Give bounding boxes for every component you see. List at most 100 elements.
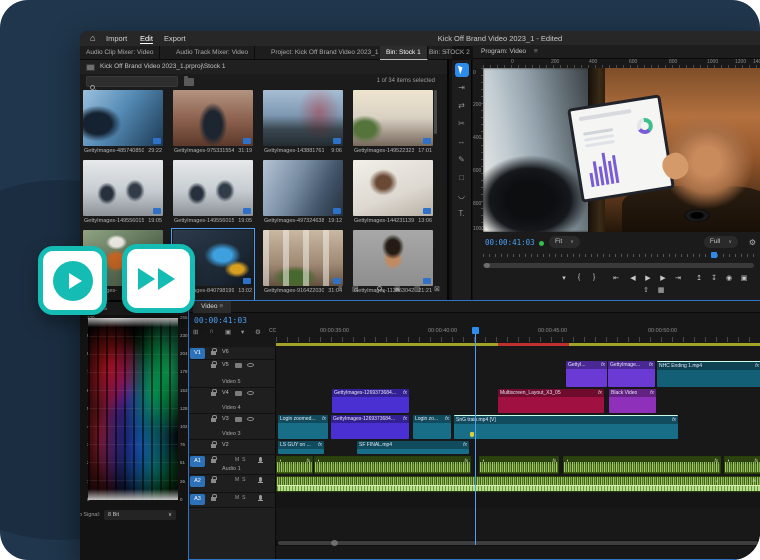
tab-bin-stock1[interactable]: Bin: Stock 1 xyxy=(380,46,428,60)
audio-clip[interactable]: ◖fx xyxy=(724,456,760,474)
timeline-clip[interactable]: GettyImages-1269373684...fx xyxy=(331,415,409,439)
tab-timeline-video[interactable]: Video ≡ xyxy=(193,301,231,313)
asset-thumbnail[interactable] xyxy=(83,160,163,216)
new-item-icon[interactable]: ▥ xyxy=(414,285,421,293)
track-header-v5[interactable]: V5 Video 5 xyxy=(189,360,276,388)
asset-item[interactable]: GettyImages-1495560155...19:05 xyxy=(173,160,253,230)
razor-tool[interactable]: ✂ xyxy=(455,117,469,131)
extract-button[interactable]: ↧ xyxy=(708,274,720,282)
lock-icon[interactable] xyxy=(211,351,216,355)
timeline-clip[interactable]: Login zoomed...fx xyxy=(278,415,328,439)
search-input[interactable] xyxy=(86,76,178,87)
source-patch-a3[interactable]: A3 xyxy=(190,494,205,505)
filmstrip-view-icon[interactable]: ▤ xyxy=(352,285,359,293)
track-name[interactable]: V6 xyxy=(222,349,229,355)
source-patch-a2[interactable]: A2 xyxy=(190,476,205,487)
timeline-clip[interactable]: NHC Ending 1.mp4fx xyxy=(657,361,760,387)
program-timecode[interactable]: 00:00:41:03 xyxy=(485,238,535,247)
timeline-ruler[interactable]: 00:00:35:00 00:00:40:00 00:00:45:00 00:0… xyxy=(276,327,760,343)
timeline-clip[interactable]: GettyImages-1269373684...fx xyxy=(332,389,409,413)
mark-in-button[interactable]: { xyxy=(573,274,585,281)
insert-overwrite-icon[interactable]: ⊞ xyxy=(193,328,198,336)
asset-item[interactable]: GettyImages-485740850...29:22 xyxy=(83,90,163,160)
menu-edit[interactable]: Edit xyxy=(140,34,153,44)
program-seekbar[interactable] xyxy=(483,252,756,259)
voiceover-mic-icon[interactable] xyxy=(259,495,262,500)
tab-overflow-icon[interactable]: » xyxy=(444,46,448,60)
program-video-preview[interactable] xyxy=(483,68,760,232)
timeline-scrollbar[interactable] xyxy=(276,540,760,546)
timeline-timecode[interactable]: 00:00:41:03 xyxy=(194,316,247,325)
track-header-a3[interactable]: A3 MS xyxy=(189,493,276,508)
track-name[interactable]: V4 xyxy=(222,390,229,396)
lift-button[interactable]: ↥ xyxy=(693,274,705,282)
eye-icon[interactable] xyxy=(247,363,254,367)
program-panel-menu-icon[interactable]: ≡ xyxy=(534,48,538,55)
step-back-button[interactable]: ◀ xyxy=(627,274,639,282)
audio-clip[interactable]: ◖fx xyxy=(314,456,471,474)
asset-thumbnail[interactable] xyxy=(353,160,433,216)
timeline-clip[interactable]: GettyI...fx xyxy=(566,361,607,387)
ripple-edit-tool[interactable]: ⇄ xyxy=(455,99,469,113)
type-tool[interactable]: T. xyxy=(455,207,469,221)
rectangle-tool[interactable]: □ xyxy=(455,171,469,185)
timeline-tracks[interactable]: GettyI...fx GettyImage...fx NHC Ending 1… xyxy=(276,347,760,559)
eye-icon[interactable] xyxy=(247,391,254,395)
timeline-playhead[interactable] xyxy=(475,331,476,545)
menu-export[interactable]: Export xyxy=(164,34,186,43)
source-patch-a1[interactable]: A1 xyxy=(190,456,205,467)
timeline-clip[interactable]: GettyImage...fx xyxy=(608,361,655,387)
timeline-clip[interactable]: LS GUY on ...fx xyxy=(278,441,324,454)
track-a2[interactable]: ♪ fx xyxy=(276,475,760,493)
playhead-handle[interactable] xyxy=(472,327,479,334)
selection-tool[interactable] xyxy=(455,63,469,77)
go-to-in-button[interactable]: ⇤ xyxy=(610,274,622,282)
mute-solo-toggles[interactable]: MS xyxy=(235,477,249,483)
home-icon[interactable]: ⌂ xyxy=(90,33,95,43)
audio-clip[interactable]: ◖fx xyxy=(563,456,721,474)
mute-solo-toggles[interactable]: MS xyxy=(235,495,249,501)
playback-resolution-select[interactable]: Full∨ xyxy=(704,236,738,248)
track-v3[interactable]: Login zoomed...fx GettyImages-1269373684… xyxy=(276,414,760,440)
track-v2[interactable]: LS GUY on ...fx SF FINAL.mp4fx xyxy=(276,440,760,455)
track-name[interactable]: V5 xyxy=(222,362,229,368)
track-header-v3[interactable]: V3 Video 3 xyxy=(189,414,276,440)
grid-scrollbar[interactable] xyxy=(434,90,437,134)
menu-import[interactable]: Import xyxy=(106,34,127,43)
mark-out-button[interactable]: } xyxy=(588,274,600,281)
zoom-level-select[interactable]: Fit∨ xyxy=(549,236,580,248)
track-name[interactable]: V3 xyxy=(222,416,229,422)
settings-wrench-icon[interactable]: ⚙ xyxy=(749,238,756,247)
step-forward-button[interactable]: ▶ xyxy=(657,274,669,282)
track-output-icon[interactable] xyxy=(235,417,242,422)
linked-selection-icon[interactable]: ▣ xyxy=(225,328,231,336)
asset-thumbnail[interactable] xyxy=(263,160,343,216)
track-output-icon[interactable] xyxy=(235,363,242,368)
timeline-panel-menu-icon[interactable]: ≡ xyxy=(219,303,223,310)
new-bin-button-icon[interactable]: ▣ xyxy=(394,285,401,293)
track-header-a1[interactable]: A1 MS Audio 1 xyxy=(189,455,276,475)
tab-audio-clip-mixer[interactable]: Audio Clip Mixer: Video xyxy=(80,46,160,60)
track-header-v4[interactable]: V4 Video 4 xyxy=(189,388,276,414)
lock-icon[interactable] xyxy=(211,479,216,483)
asset-item[interactable]: GettyImages-1495223236...17:01 xyxy=(353,90,433,160)
tab-program-video[interactable]: Program: Video xyxy=(481,48,526,55)
new-bin-icon[interactable] xyxy=(184,78,194,86)
track-header-v6[interactable]: V1 V6 xyxy=(189,347,276,360)
track-a3[interactable] xyxy=(276,493,760,508)
asset-thumbnail[interactable] xyxy=(83,90,163,146)
asset-thumbnail[interactable] xyxy=(173,160,253,216)
audio-clip-music[interactable]: ♪ fx xyxy=(276,476,760,492)
multi-view-button[interactable]: ▦ xyxy=(655,286,667,294)
track-v5[interactable]: GettyI...fx GettyImage...fx NHC Ending 1… xyxy=(276,360,760,388)
asset-item[interactable]: GettyImages-497324638...19:12 xyxy=(263,160,343,230)
delete-icon[interactable]: ⊠ xyxy=(434,285,440,293)
asset-thumbnail[interactable] xyxy=(173,90,253,146)
asset-item[interactable]: GettyImages-1495560155...19:05 xyxy=(83,160,163,230)
program-scrollbar[interactable] xyxy=(483,263,754,268)
share-button[interactable]: ⇧ xyxy=(640,286,652,294)
track-name[interactable]: V2 xyxy=(222,442,229,448)
bit-depth-select[interactable]: 8 Bit∨ xyxy=(104,510,176,520)
sort-icon[interactable]: ≡ xyxy=(338,285,342,292)
asset-thumbnail[interactable] xyxy=(263,230,343,286)
